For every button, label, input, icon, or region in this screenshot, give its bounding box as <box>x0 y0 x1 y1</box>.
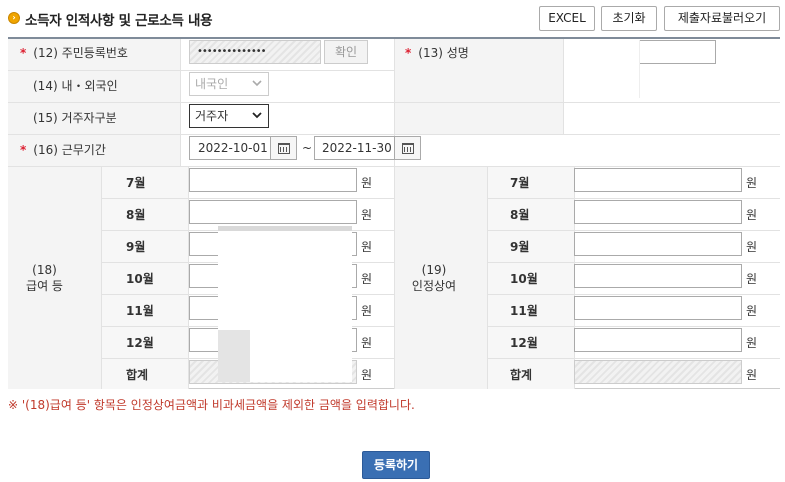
unit-label: 원 <box>361 176 373 190</box>
load-submission-button[interactable]: 제출자료불러오기 <box>664 6 780 31</box>
salary-month-label: 11월 <box>126 304 154 318</box>
bonus-month-label: 10월 <box>510 272 538 286</box>
register-button[interactable]: 등록하기 <box>362 451 430 479</box>
bonus-total-input <box>574 360 742 384</box>
bonus-month-label: 7월 <box>510 176 530 190</box>
name-label: * (13) 성명 <box>405 46 469 60</box>
calendar-end-button[interactable] <box>395 136 421 160</box>
period-end-input[interactable]: 2022-11-30 <box>314 136 395 160</box>
chevron-down-icon <box>252 80 262 87</box>
redacted-area <box>218 226 352 330</box>
bullet-icon: › <box>8 12 20 24</box>
bonus-month-label: 9월 <box>510 240 530 254</box>
salary-input-8[interactable] <box>189 200 357 224</box>
unit-label: 원 <box>746 176 758 190</box>
unit-label: 원 <box>746 208 758 222</box>
residency-select[interactable]: 거주자 <box>189 104 269 128</box>
unit-label: 원 <box>361 336 373 350</box>
bonus-month-label: 11월 <box>510 304 538 318</box>
bonus-input-11[interactable] <box>574 296 742 320</box>
reset-button[interactable]: 초기화 <box>601 6 657 31</box>
calendar-start-button[interactable] <box>271 136 297 160</box>
salary-month-label: 8월 <box>126 208 146 222</box>
bonus-input-12[interactable] <box>574 328 742 352</box>
salary-note: ※ '(18)급여 등' 항목은 인정상여금액과 비과세금액을 제외한 금액을 … <box>8 398 415 412</box>
salary-month-label: 12월 <box>126 336 154 350</box>
residency-label: (15) 거주자구분 <box>33 111 117 125</box>
unit-label: 원 <box>746 272 758 286</box>
calendar-icon <box>278 143 290 154</box>
calendar-icon <box>402 143 414 154</box>
section-title: 소득자 인적사항 및 근로소득 내용 <box>25 13 213 29</box>
period-separator: ~ <box>302 141 313 155</box>
unit-label: 원 <box>361 272 373 286</box>
nationality-select[interactable]: 내국인 <box>189 72 269 96</box>
unit-label: 원 <box>746 336 758 350</box>
nationality-label: (14) 내・외국인 <box>33 79 118 93</box>
redacted-area-shade <box>218 330 250 382</box>
required-mark: * <box>20 46 27 60</box>
unit-label: 원 <box>746 240 758 254</box>
unit-label: 원 <box>361 208 373 222</box>
chevron-down-icon <box>252 112 262 119</box>
bonus-group-label: (19) 인정상여 <box>411 263 457 293</box>
unit-label: 원 <box>361 368 373 382</box>
salary-group-label: (18) 급여 등 <box>26 263 63 293</box>
salary-month-label: 7월 <box>126 176 146 190</box>
salary-month-label: 9월 <box>126 240 146 254</box>
unit-label: 원 <box>361 304 373 318</box>
confirm-button[interactable]: 확인 <box>324 40 368 64</box>
unit-label: 원 <box>746 368 758 382</box>
bonus-month-label: 12월 <box>510 336 538 350</box>
resident-no-label: * (12) 주민등록번호 <box>20 46 128 60</box>
unit-label: 원 <box>746 304 758 318</box>
salary-input-7[interactable] <box>189 168 357 192</box>
bonus-month-label: 8월 <box>510 208 530 222</box>
period-start-input[interactable]: 2022-10-01 <box>189 136 271 160</box>
work-period-label: * (16) 근무기간 <box>20 143 106 157</box>
resident-no-input[interactable]: •••••••••••••• <box>189 40 321 64</box>
redacted-area <box>566 40 640 98</box>
bonus-input-9[interactable] <box>574 232 742 256</box>
unit-label: 원 <box>361 240 373 254</box>
bonus-input-8[interactable] <box>574 200 742 224</box>
bonus-input-7[interactable] <box>574 168 742 192</box>
excel-button[interactable]: EXCEL <box>539 6 595 31</box>
section-header: › 소득자 인적사항 및 근로소득 내용 EXCEL 초기화 제출자료불러오기 <box>8 6 780 32</box>
salary-month-label: 10월 <box>126 272 154 286</box>
bonus-input-10[interactable] <box>574 264 742 288</box>
bonus-total-label: 합계 <box>510 368 533 382</box>
salary-total-label: 합계 <box>126 368 149 382</box>
